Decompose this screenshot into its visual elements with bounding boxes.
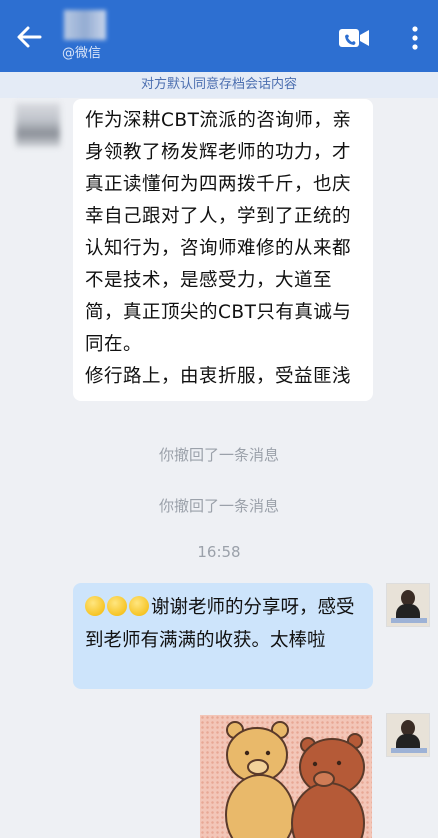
recall-notice: 你撤回了一条消息 — [158, 497, 279, 515]
arrow-left-icon[interactable] — [14, 22, 44, 52]
message-text: 修行路上，由衷折服，受益匪浅 — [85, 366, 352, 387]
smile-emoji-icon — [85, 596, 105, 616]
message-text: 作为深耕CBT流派的咨询师，亲身领教了杨发辉老师的功力，才真正读懂何为四两拨千斤… — [85, 110, 352, 355]
bear-sticker-icon — [225, 721, 365, 838]
more-vertical-icon[interactable] — [406, 24, 424, 52]
incoming-message[interactable]: 作为深耕CBT流派的咨询师，亲身领教了杨发辉老师的功力，才真正读懂何为四两拨千斤… — [73, 99, 373, 401]
smile-emoji-icon — [129, 596, 149, 616]
my-avatar[interactable] — [386, 713, 430, 757]
contact-avatar[interactable] — [16, 103, 60, 147]
chat-header: @微信 — [0, 0, 438, 72]
video-call-icon[interactable] — [338, 27, 370, 49]
outgoing-message[interactable]: 谢谢老师的分享呀，感受到老师有满满的收获。太棒啦 — [73, 583, 373, 689]
my-avatar[interactable] — [386, 583, 430, 627]
contact-subtitle: @微信 — [62, 46, 102, 61]
recall-notice: 你撤回了一条消息 — [158, 446, 279, 464]
timestamp: 16:58 — [197, 543, 241, 561]
archive-notice: 对方默认同意存档会话内容 — [0, 72, 438, 98]
smile-emoji-icon — [107, 596, 127, 616]
contact-name-blurred — [64, 10, 106, 40]
bear-sticker[interactable] — [200, 715, 372, 838]
